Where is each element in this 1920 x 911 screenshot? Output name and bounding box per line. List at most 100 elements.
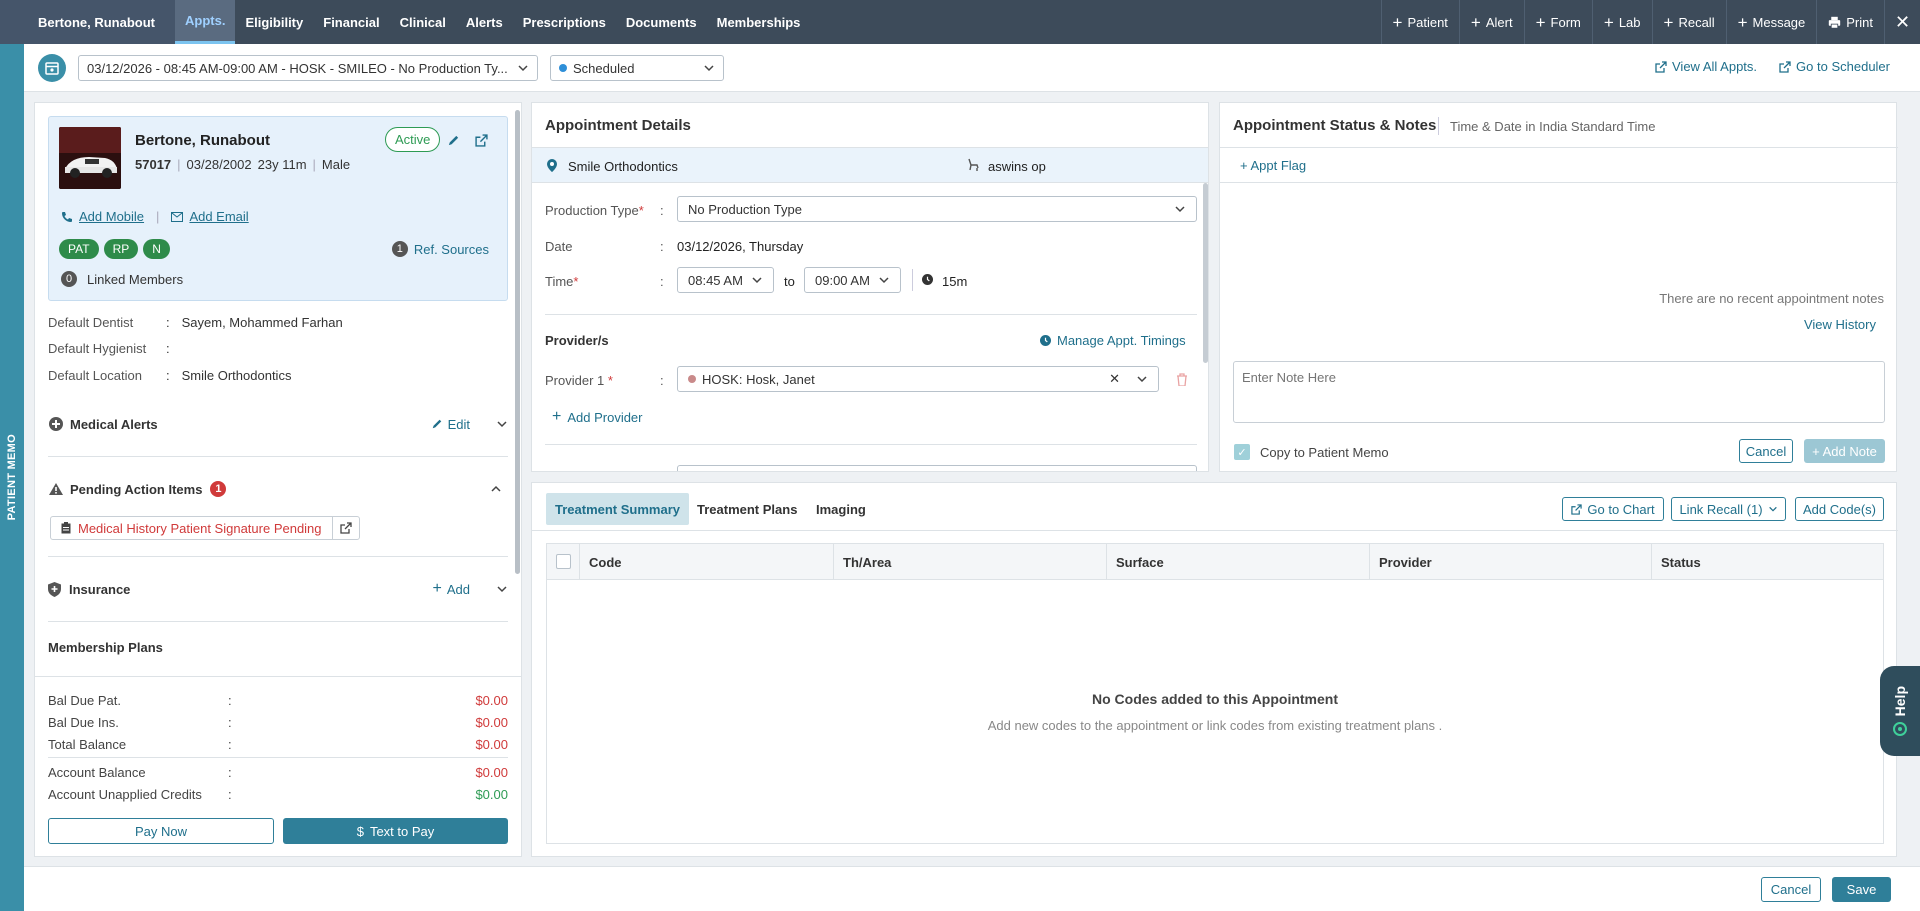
tab-treatment-plans[interactable]: Treatment Plans xyxy=(688,493,806,525)
providers-label: Provider/s xyxy=(545,333,609,348)
nav-documents[interactable]: Documents xyxy=(616,0,707,44)
nav-clinical[interactable]: Clinical xyxy=(390,0,456,44)
link-recall-label: Link Recall (1) xyxy=(1679,501,1763,517)
add-recall-button[interactable]: + Recall xyxy=(1651,0,1726,44)
nav-alerts[interactable]: Alerts xyxy=(456,0,513,44)
add-form-button[interactable]: + Form xyxy=(1523,0,1592,44)
appointment-select-value: 03/12/2026 - 08:45 AM-09:00 AM - HOSK - … xyxy=(87,60,507,76)
time-label: Time* xyxy=(545,274,579,289)
production-type-value: No Production Type xyxy=(688,201,802,217)
add-message-button[interactable]: + Message xyxy=(1725,0,1817,44)
note-input[interactable] xyxy=(1233,361,1885,423)
add-patient-button[interactable]: + Patient xyxy=(1380,0,1459,44)
next-field-partial[interactable] xyxy=(677,465,1197,471)
plus-icon: + xyxy=(1392,12,1403,32)
copy-memo-checkbox-row[interactable]: ✓ Copy to Patient Memo xyxy=(1234,444,1389,460)
edit-medical-alerts-button[interactable]: Edit xyxy=(431,417,470,432)
quick-actions: + Patient + Alert + Form + Lab + Recall + Mess… xyxy=(1380,0,1920,44)
pencil-icon[interactable] xyxy=(447,134,460,147)
duration-value: 15m xyxy=(942,274,968,289)
patient-dob: 03/28/2002 xyxy=(186,157,252,172)
production-type-select[interactable]: No Production Type xyxy=(677,196,1197,222)
add-note-button[interactable]: + Add Note xyxy=(1804,439,1885,463)
print-button[interactable]: Print xyxy=(1816,0,1884,44)
plus-icon: + xyxy=(432,580,442,597)
go-to-scheduler-link[interactable]: Go to Scheduler xyxy=(1779,59,1890,74)
view-history-link[interactable]: View History xyxy=(1804,317,1876,332)
pending-action-section[interactable]: Pending Action Items 1 xyxy=(48,481,508,497)
patient-memo-toggle[interactable]: PATIENT MEMO xyxy=(0,44,24,911)
tab-imaging[interactable]: Imaging xyxy=(807,493,875,525)
plus-icon: + xyxy=(1535,12,1546,32)
checkbox-checked-icon[interactable]: ✓ xyxy=(1234,444,1250,460)
linked-members[interactable]: 0 Linked Members xyxy=(61,271,183,287)
time-from-select[interactable]: 08:45 AM xyxy=(677,267,774,293)
time-to-select[interactable]: 09:00 AM xyxy=(804,267,901,293)
flag-pill[interactable]: PAT xyxy=(59,239,99,259)
insurance-section[interactable]: Insurance + Add xyxy=(48,580,508,598)
nav-memberships[interactable]: Memberships xyxy=(707,0,811,44)
add-alert-button[interactable]: + Alert xyxy=(1458,0,1524,44)
default-dentist-row: Default Dentist: Sayem, Mohammed Farhan xyxy=(48,315,343,330)
mail-icon xyxy=(171,211,184,222)
date-value[interactable]: 03/12/2026, Thursday xyxy=(677,239,803,254)
save-button[interactable]: Save xyxy=(1832,877,1891,902)
text-to-pay-button[interactable]: $ Text to Pay xyxy=(283,818,508,844)
nav-eligibility[interactable]: Eligibility xyxy=(235,0,313,44)
external-link-icon[interactable] xyxy=(339,522,352,534)
chevron-down-icon xyxy=(518,65,528,72)
column-divider xyxy=(579,544,580,580)
panel-scrollbar[interactable] xyxy=(515,110,520,574)
add-email-link[interactable]: Add Email xyxy=(189,209,248,224)
link-recall-button[interactable]: Link Recall (1) xyxy=(1671,497,1786,521)
pay-now-button[interactable]: Pay Now xyxy=(48,818,274,844)
divider xyxy=(545,444,1197,445)
flag-pill[interactable]: N xyxy=(143,239,170,259)
add-lab-button[interactable]: + Lab xyxy=(1591,0,1652,44)
plus-icon: + xyxy=(552,408,562,425)
patient-name-tab[interactable]: Bertone, Runabout xyxy=(0,0,175,44)
cancel-button[interactable]: Cancel xyxy=(1761,877,1821,902)
manage-timings-link[interactable]: Manage Appt. Timings xyxy=(1040,333,1186,348)
add-mobile-link[interactable]: Add Mobile xyxy=(79,209,144,224)
divider xyxy=(1220,182,1898,183)
appt-flag-button[interactable]: + Appt Flag xyxy=(1240,158,1306,173)
add-insurance-button[interactable]: + Add xyxy=(433,580,470,598)
add-provider-button[interactable]: + Add Provider xyxy=(552,408,643,426)
pending-count-badge: 1 xyxy=(210,481,227,497)
chevron-down-icon[interactable] xyxy=(496,583,508,595)
main-nav: Appts. Eligibility Financial Clinical Al… xyxy=(175,0,810,44)
clear-icon[interactable]: ✕ xyxy=(1109,371,1120,387)
chevron-down-icon[interactable] xyxy=(496,418,508,430)
nav-appts[interactable]: Appts. xyxy=(175,0,236,44)
provider1-select[interactable]: HOSK: Hosk, Janet ✕ xyxy=(677,366,1159,392)
go-to-chart-button[interactable]: Go to Chart xyxy=(1562,497,1664,521)
flag-pill[interactable]: RP xyxy=(103,239,139,259)
medical-alerts-section[interactable]: Medical Alerts Edit xyxy=(48,416,508,432)
nav-prescriptions[interactable]: Prescriptions xyxy=(513,0,616,44)
appointment-select[interactable]: 03/12/2026 - 08:45 AM-09:00 AM - HOSK - … xyxy=(78,55,538,81)
view-all-appts-link[interactable]: View All Appts. xyxy=(1655,59,1757,74)
chevron-down-icon xyxy=(1175,206,1185,213)
details-scrollbar[interactable] xyxy=(1203,183,1208,363)
patient-card: Bertone, Runabout 57017 | 03/28/2002 23y … xyxy=(48,116,508,301)
chevron-down-icon xyxy=(752,277,762,284)
patient-meta: 57017 | 03/28/2002 23y 11m | Male xyxy=(135,157,350,172)
external-link-icon[interactable] xyxy=(475,134,488,147)
add-codes-button[interactable]: Add Code(s) xyxy=(1795,497,1884,521)
status-select[interactable]: Scheduled xyxy=(550,55,724,81)
help-tab[interactable]: Help xyxy=(1880,666,1920,756)
add-label: Add xyxy=(446,581,470,597)
colon: : xyxy=(660,373,664,388)
appointment-bar: 03/12/2026 - 08:45 AM-09:00 AM - HOSK - … xyxy=(24,44,1920,92)
no-notes-text: There are no recent appointment notes xyxy=(1659,291,1884,306)
trash-icon[interactable] xyxy=(1176,373,1188,386)
chevron-up-icon[interactable] xyxy=(490,483,502,495)
tab-treatment-summary[interactable]: Treatment Summary xyxy=(546,493,689,525)
cancel-note-button[interactable]: Cancel xyxy=(1739,439,1793,463)
pending-item-link[interactable]: Medical History Patient Signature Pendin… xyxy=(51,517,333,539)
close-icon[interactable]: ✕ xyxy=(1884,0,1920,44)
nav-financial[interactable]: Financial xyxy=(313,0,389,44)
ref-sources-link[interactable]: 1 Ref. Sources xyxy=(391,241,489,257)
select-all-checkbox[interactable] xyxy=(556,554,571,569)
